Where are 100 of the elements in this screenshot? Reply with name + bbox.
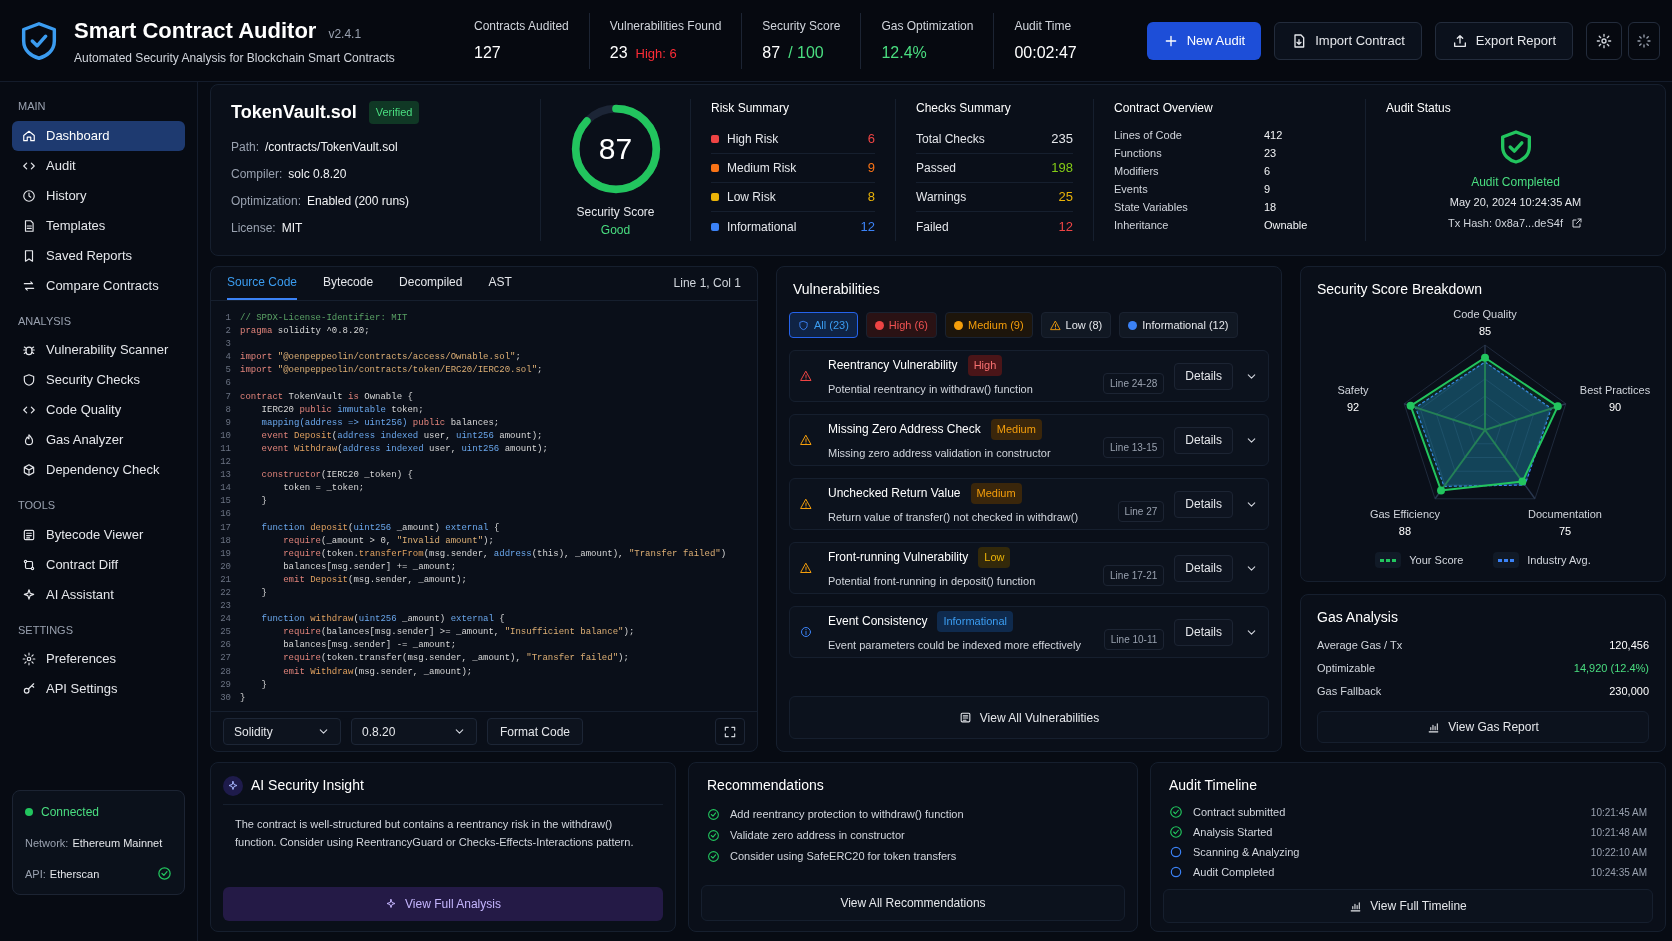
details-button[interactable]: Details (1174, 490, 1233, 518)
sidebar-item[interactable]: Saved Reports (12, 240, 185, 271)
legend-label: Industry Avg. (1527, 553, 1591, 568)
score-point (1518, 477, 1527, 486)
sidebar-item[interactable]: Security Checks (12, 365, 185, 395)
axis-value: 88 (1398, 523, 1412, 539)
line-number: 5 (224, 364, 231, 378)
vulnerability-item[interactable]: Missing Zero Address Check Medium Missing zero address validation in constructor Line 13-15 Details (789, 414, 1269, 466)
details-button[interactable]: Details (1174, 362, 1233, 390)
view-all-button[interactable]: View All Vulnerabilities (789, 696, 1269, 739)
sidebar-item[interactable]: AI Assistant (12, 579, 185, 610)
score-rating: Good (600, 222, 631, 239)
view-all-recommendations-button[interactable]: View All Recommendations (701, 885, 1125, 921)
settings-icon (22, 652, 36, 666)
code-line: require(_amount > 0, "Invalid amount"); (282, 534, 494, 548)
code-line: balances[msg.sender] -= _amount; (282, 639, 457, 653)
sidebar-item[interactable]: API Settings (12, 674, 185, 704)
line-number: 12 (219, 456, 231, 470)
summary-value: 12 (860, 217, 875, 236)
severity-badge: High (967, 355, 1003, 376)
details-button[interactable]: Details (1174, 426, 1233, 454)
action-button[interactable]: Export Report (1434, 21, 1573, 60)
editor-tab[interactable]: AST (488, 267, 512, 300)
sidebar-item[interactable]: Dashboard (12, 120, 185, 151)
vulnerability-item[interactable]: Reentrancy Vulnerability High Potential reentrancy in withdraw() function Line 24-28 Details (789, 350, 1269, 402)
code-line: } (260, 495, 267, 509)
line-number: 26 (219, 639, 231, 653)
view-full-timeline-button[interactable]: View Full Timeline (1163, 889, 1653, 923)
action-button[interactable]: Import Contract (1274, 21, 1422, 60)
fullscreen-button[interactable] (715, 718, 745, 745)
sidebar-item[interactable]: History (12, 180, 185, 211)
section-title: Audit Status (1386, 100, 1452, 117)
vulnerability-item[interactable]: Front-running Vulnerability Low Potential front-running in deposit() function Line 17-21 Details (789, 542, 1269, 594)
network-label: Network: (25, 836, 69, 851)
filter-chip[interactable]: Low (8) (1040, 312, 1112, 338)
filter-chip[interactable]: High (6) (865, 312, 937, 338)
summary-label: Total Checks (916, 131, 986, 148)
overview-label: State Variables (1114, 199, 1189, 215)
view-full-analysis-button[interactable]: View Full Analysis (223, 887, 663, 921)
field-value: Enabled (200 runs) (307, 193, 410, 210)
dropdown[interactable]: 0.8.20 (351, 718, 477, 745)
editor-tab[interactable]: Bytecode (323, 267, 374, 300)
stat-label: Security Score (762, 17, 841, 35)
score-point (1406, 401, 1415, 410)
external-link-icon (1570, 216, 1583, 229)
sidebar-item[interactable]: Audit (12, 150, 185, 181)
format-code-button[interactable]: Format Code (487, 718, 584, 745)
verified-badge: Verified (368, 101, 420, 124)
editor-tab[interactable]: Source Code (227, 267, 298, 300)
sidebar-item[interactable]: Vulnerability Scanner (12, 335, 185, 365)
view-gas-report-button[interactable]: View Gas Report (1317, 711, 1649, 743)
details-button[interactable]: Details (1174, 618, 1233, 646)
editor-tab[interactable]: Decompiled (399, 267, 463, 300)
sidebar-item[interactable]: Dependency Check (12, 455, 185, 485)
new-audit-button[interactable]: New Audit (1146, 21, 1262, 60)
sidebar-item[interactable]: Gas Analyzer (12, 425, 185, 455)
field-value: MIT (281, 220, 303, 237)
code-line: mapping(address => uint256) public balances; (260, 416, 500, 430)
vulnerability-description: Return value of transfer() not checked in withdraw() (828, 509, 1080, 525)
api-label: API: (25, 866, 46, 882)
filter-chip[interactable]: Informational (12) (1119, 312, 1238, 338)
code-line: token = _token; (282, 482, 365, 496)
line-number: 1 (224, 312, 231, 325)
vulnerability-title: Unchecked Return Value (828, 485, 961, 503)
line-number: 6 (224, 377, 231, 391)
summary-label: Low Risk (727, 189, 777, 206)
clock-icon (22, 188, 36, 203)
audit-date: May 20, 2024 10:24:35 AM (1449, 195, 1582, 210)
network-value: Ethereum Mainnet (72, 836, 163, 851)
sidebar-item[interactable]: Preferences (12, 644, 185, 674)
field-label: License: (231, 220, 276, 237)
axis-value: 85 (1478, 323, 1492, 339)
recommendation-text: Validate zero address in constructor (730, 828, 905, 844)
settings-button[interactable] (1586, 21, 1622, 60)
sidebar-item[interactable]: Contract Diff (12, 549, 185, 580)
severity-badge: Medium (970, 483, 1022, 504)
line-number: 25 (219, 626, 231, 640)
details-button[interactable]: Details (1174, 554, 1233, 582)
stat-extra: High: 6 (635, 44, 677, 63)
line-number: 30 (219, 691, 231, 705)
sidebar-item[interactable]: Bytecode Viewer (12, 519, 185, 550)
sparkle-icon (22, 587, 36, 602)
summary-value: 12 (1058, 217, 1073, 236)
section-label: MAIN (17, 99, 47, 114)
dropdown[interactable]: Solidity (223, 718, 341, 745)
status-label: Connected (41, 804, 100, 821)
loading-button[interactable] (1628, 21, 1660, 60)
line-number: 15 (219, 495, 231, 509)
vulnerability-item[interactable]: Unchecked Return Value Medium Return value of transfer() not checked in withdraw() Line 27 Details (789, 478, 1269, 530)
filter-chip[interactable]: All (23) (789, 312, 858, 338)
overview-value: 23 (1264, 145, 1277, 161)
vulnerability-item[interactable]: Event Consistency Informational Event parameters could be indexed more effectively Line 10-11 Details (789, 606, 1269, 658)
severity-badge: Low (978, 547, 1011, 568)
sidebar-item[interactable]: Compare Contracts (12, 270, 185, 301)
sidebar-item[interactable]: Templates (12, 210, 185, 241)
sidebar-item[interactable]: Code Quality (12, 395, 185, 425)
bug-icon (22, 343, 36, 357)
overview-value: 412 (1264, 127, 1283, 143)
code-line: require(token.transferFrom(msg.sender, address(this), _amount), "Transfer failed") (282, 547, 727, 561)
filter-chip[interactable]: Medium (9) (944, 312, 1033, 338)
